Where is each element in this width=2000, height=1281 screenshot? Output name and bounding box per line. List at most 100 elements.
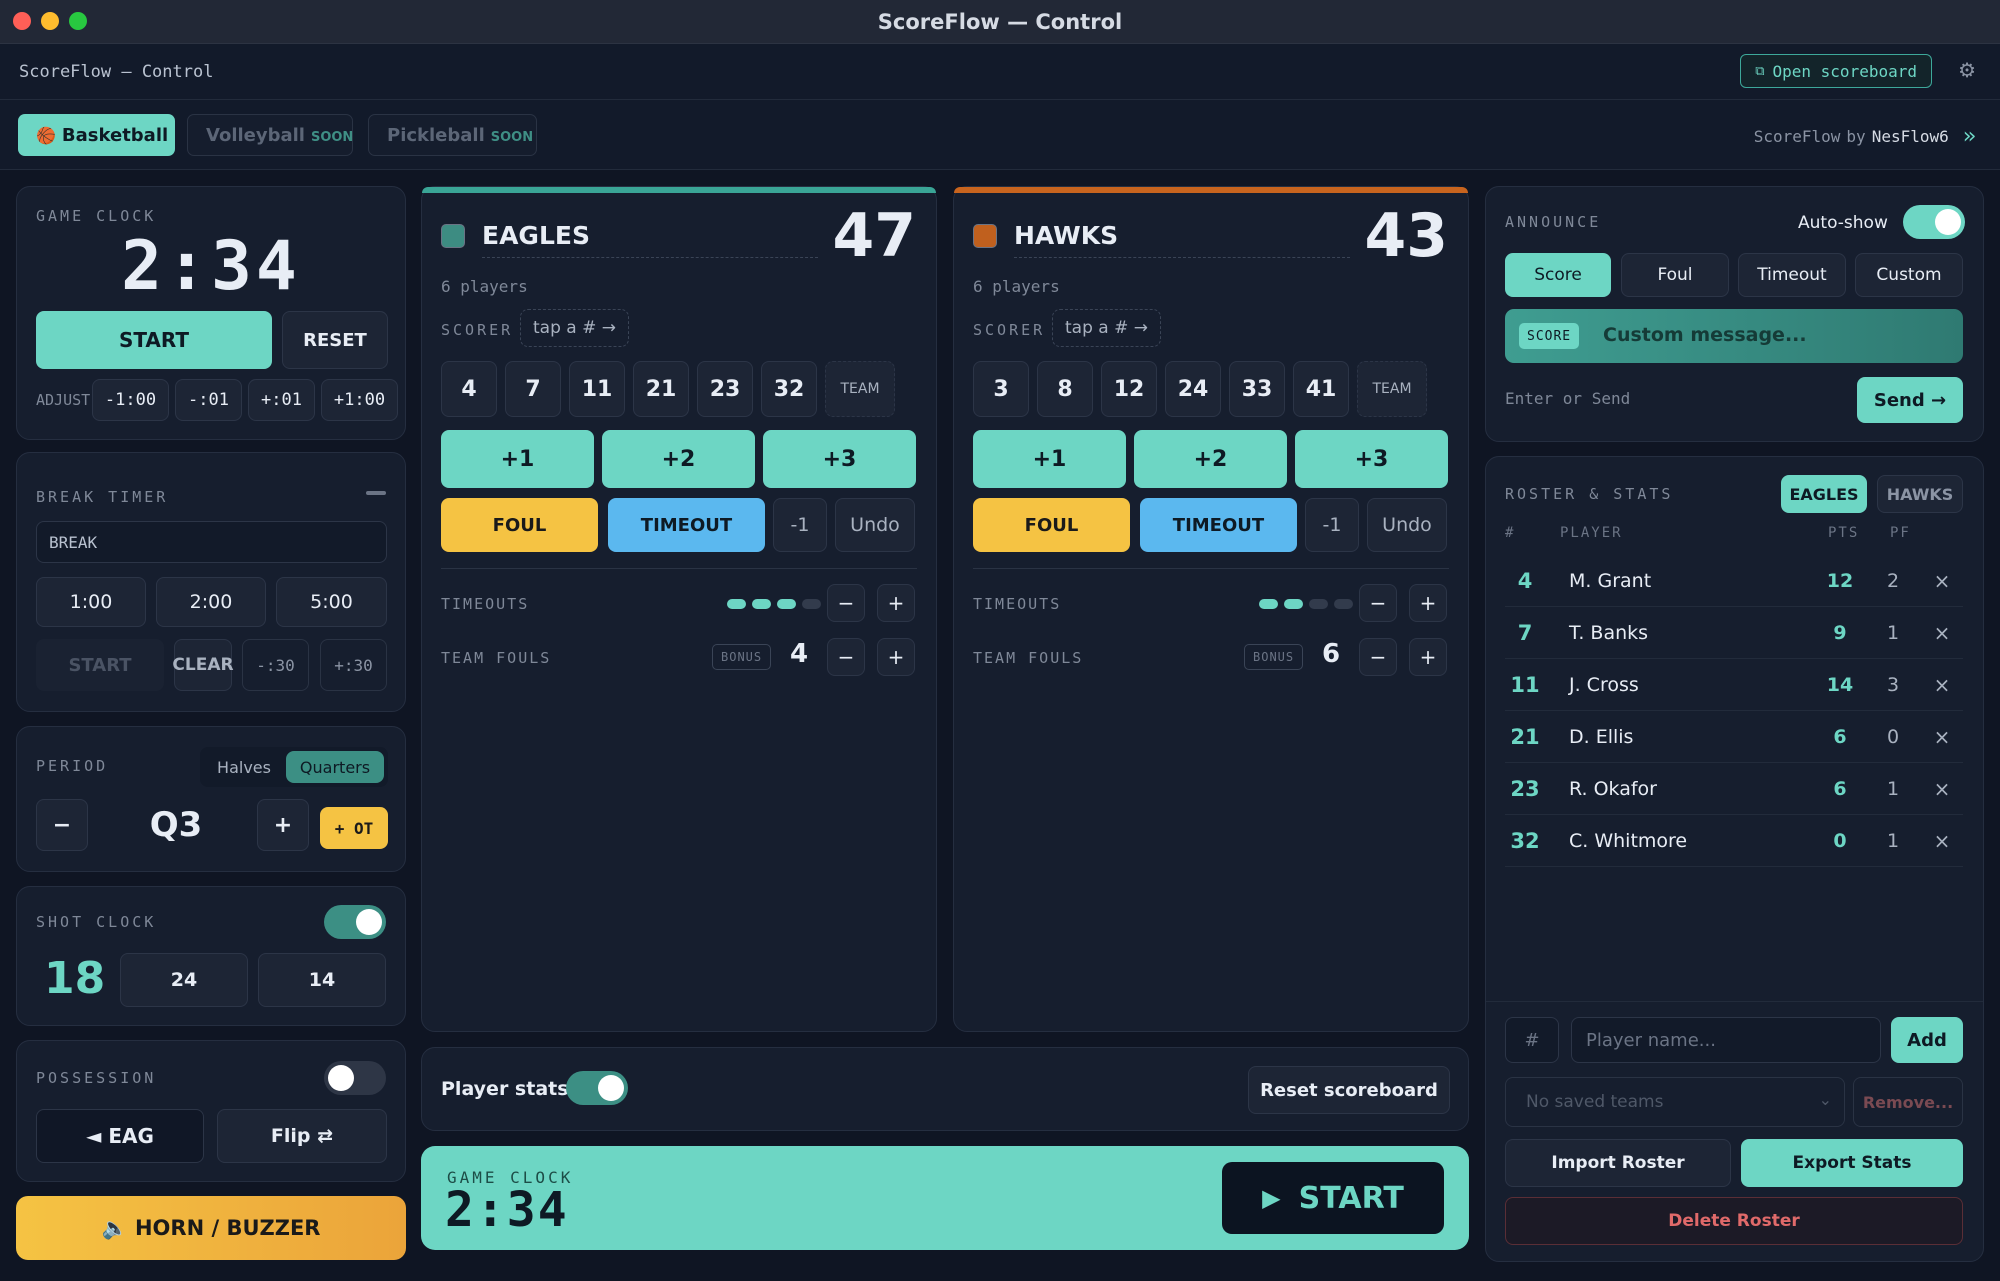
adjust-minus-1sec-button[interactable]: -:01	[175, 379, 242, 421]
player-number-input[interactable]: #	[1505, 1017, 1559, 1063]
timeouts-increment-button[interactable]: +	[877, 584, 915, 622]
timeout-button[interactable]: TIMEOUT	[1140, 498, 1297, 552]
import-roster-button[interactable]: Import Roster	[1505, 1139, 1731, 1187]
remove-player-icon[interactable]: ×	[1927, 621, 1957, 645]
break-label-input[interactable]: BREAK	[36, 521, 387, 563]
minimize-window-button[interactable]	[41, 12, 59, 30]
team-name[interactable]: HAWKS	[1014, 221, 1118, 250]
scorer-player-32[interactable]: 32	[761, 361, 817, 417]
remove-saved-team-button[interactable]: Remove...	[1853, 1077, 1963, 1127]
remove-player-icon[interactable]: ×	[1927, 777, 1957, 801]
minus-one-button[interactable]: -1	[773, 498, 827, 552]
fouls-increment-button[interactable]: +	[1409, 638, 1447, 676]
foul-button[interactable]: FOUL	[973, 498, 1130, 552]
player-stats-toggle[interactable]	[566, 1071, 628, 1105]
possession-team-button[interactable]: ◄ EAG	[36, 1109, 204, 1163]
adjust-plus-1min-button[interactable]: +1:00	[321, 379, 398, 421]
scorer-player-21[interactable]: 21	[633, 361, 689, 417]
player-name-input[interactable]: Player name...	[1571, 1017, 1881, 1063]
roster-team-tab-eagles[interactable]: EAGLES	[1781, 475, 1867, 513]
shot-clock-toggle[interactable]	[324, 905, 386, 939]
scorer-team-button[interactable]: TEAM	[825, 361, 895, 417]
period-increment-button[interactable]: +	[257, 799, 309, 851]
timeout-button[interactable]: TIMEOUT	[608, 498, 765, 552]
sport-tab-pickleball[interactable]: Pickleball SOON	[368, 114, 537, 156]
adjust-minus-1min-button[interactable]: -1:00	[92, 379, 169, 421]
horn-buzzer-button[interactable]: 🔈 HORN / BUZZER	[16, 1196, 406, 1260]
announce-send-button[interactable]: Send →	[1857, 377, 1963, 423]
game-clock-reset-button[interactable]: RESET	[282, 311, 388, 369]
delete-roster-button[interactable]: Delete Roster	[1505, 1197, 1963, 1245]
break-preset-1min[interactable]: 1:00	[36, 577, 146, 627]
remove-player-icon[interactable]: ×	[1927, 569, 1957, 593]
table-row[interactable]: 23 R. Okafor 6 1 ×	[1505, 763, 1963, 815]
close-window-button[interactable]	[13, 12, 31, 30]
zoom-window-button[interactable]	[69, 12, 87, 30]
announce-tab-score[interactable]: Score	[1505, 253, 1611, 297]
shot-clock-24-button[interactable]: 24	[120, 953, 248, 1007]
announce-message-field[interactable]: SCORE Custom message...	[1505, 309, 1963, 363]
auto-show-toggle[interactable]	[1903, 205, 1965, 239]
add-player-button[interactable]: Add	[1891, 1017, 1963, 1063]
adjust-plus-1sec-button[interactable]: +:01	[248, 379, 315, 421]
announce-tab-custom[interactable]: Custom	[1855, 253, 1963, 297]
team-name[interactable]: EAGLES	[482, 221, 590, 250]
break-minus-30-button[interactable]: -:30	[242, 639, 309, 691]
team-color-swatch[interactable]	[973, 224, 997, 248]
break-clear-button[interactable]: CLEAR	[172, 639, 234, 691]
scorer-player-12[interactable]: 12	[1101, 361, 1157, 417]
fouls-decrement-button[interactable]: −	[1359, 638, 1397, 676]
scorer-player-33[interactable]: 33	[1229, 361, 1285, 417]
add-points-2-button[interactable]: +2	[1134, 430, 1287, 488]
timeouts-decrement-button[interactable]: −	[827, 584, 865, 622]
announce-tab-timeout[interactable]: Timeout	[1738, 253, 1846, 297]
scorer-player-4[interactable]: 4	[441, 361, 497, 417]
export-stats-button[interactable]: Export Stats	[1741, 1139, 1963, 1187]
collapse-icon[interactable]	[366, 491, 386, 495]
timeouts-decrement-button[interactable]: −	[1359, 584, 1397, 622]
break-preset-2min[interactable]: 2:00	[156, 577, 266, 627]
scorer-player-3[interactable]: 3	[973, 361, 1029, 417]
table-row[interactable]: 32 C. Whitmore 0 1 ×	[1505, 815, 1963, 867]
sport-tab-volleyball[interactable]: Volleyball SOON	[187, 114, 353, 156]
table-row[interactable]: 4 M. Grant 12 2 ×	[1505, 555, 1963, 607]
chevrons-right-icon[interactable]: »	[1963, 124, 1976, 149]
shot-clock-14-button[interactable]: 14	[258, 953, 386, 1007]
add-points-1-button[interactable]: +1	[973, 430, 1126, 488]
fouls-increment-button[interactable]: +	[877, 638, 915, 676]
gear-icon[interactable]: ⚙	[1958, 58, 1976, 82]
period-mode-halves[interactable]: Halves	[204, 751, 284, 783]
announce-tab-foul[interactable]: Foul	[1621, 253, 1729, 297]
table-row[interactable]: 11 J. Cross 14 3 ×	[1505, 659, 1963, 711]
remove-player-icon[interactable]: ×	[1927, 829, 1957, 853]
scorer-player-23[interactable]: 23	[697, 361, 753, 417]
foul-button[interactable]: FOUL	[441, 498, 598, 552]
table-row[interactable]: 21 D. Ellis 6 0 ×	[1505, 711, 1963, 763]
reset-scoreboard-button[interactable]: Reset scoreboard	[1248, 1066, 1450, 1114]
scorer-player-7[interactable]: 7	[505, 361, 561, 417]
possession-toggle[interactable]	[324, 1061, 386, 1095]
break-preset-5min[interactable]: 5:00	[276, 577, 387, 627]
possession-flip-button[interactable]: Flip ⇄	[217, 1109, 387, 1163]
break-start-button[interactable]: START	[36, 639, 164, 691]
overtime-button[interactable]: + OT	[320, 807, 388, 849]
game-clock-start-button[interactable]: START	[36, 311, 272, 369]
open-scoreboard-button[interactable]: ⧉ Open scoreboard	[1740, 54, 1932, 88]
period-decrement-button[interactable]: −	[36, 799, 88, 851]
scorer-player-11[interactable]: 11	[569, 361, 625, 417]
scorer-player-41[interactable]: 41	[1293, 361, 1349, 417]
scorer-player-24[interactable]: 24	[1165, 361, 1221, 417]
add-points-3-button[interactable]: +3	[1295, 430, 1448, 488]
break-plus-30-button[interactable]: +:30	[320, 639, 387, 691]
scorer-player-8[interactable]: 8	[1037, 361, 1093, 417]
table-row[interactable]: 7 T. Banks 9 1 ×	[1505, 607, 1963, 659]
sport-tab-basketball[interactable]: 🏀 Basketball	[18, 114, 175, 156]
add-points-2-button[interactable]: +2	[602, 430, 755, 488]
undo-button[interactable]: Undo	[1367, 498, 1447, 552]
undo-button[interactable]: Undo	[835, 498, 915, 552]
saved-teams-select[interactable]: No saved teams ⌄	[1505, 1077, 1845, 1127]
team-color-swatch[interactable]	[441, 224, 465, 248]
remove-player-icon[interactable]: ×	[1927, 673, 1957, 697]
add-points-3-button[interactable]: +3	[763, 430, 916, 488]
roster-team-tab-hawks[interactable]: HAWKS	[1877, 475, 1963, 513]
